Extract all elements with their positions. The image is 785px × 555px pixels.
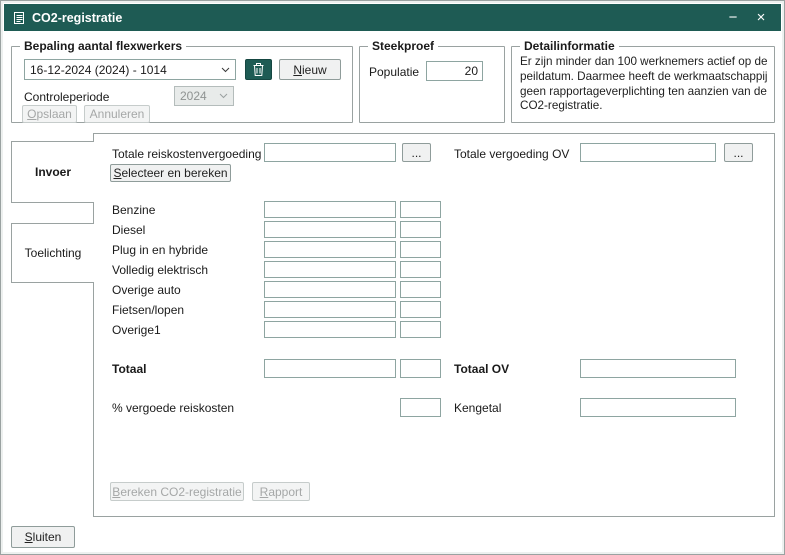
totaal-ov-input[interactable] xyxy=(580,359,736,378)
tab-toelichting-label: Toelichting xyxy=(25,246,82,260)
kengetal-label: Kengetal xyxy=(454,401,501,415)
annuleren-button[interactable]: Annuleren xyxy=(84,105,150,123)
window-icon xyxy=(13,11,25,25)
totale-ov-label: Totale vergoeding OV xyxy=(454,147,569,161)
close-icon: × xyxy=(757,10,766,25)
benzine-count-input[interactable] xyxy=(400,201,441,218)
kengetal-input[interactable] xyxy=(580,398,736,417)
percent-reiskosten-label: % vergoede reiskosten xyxy=(112,401,234,415)
rapport-button[interactable]: Rapport xyxy=(252,482,310,501)
window-title: CO2-registratie xyxy=(32,11,122,25)
ellipsis-label: ... xyxy=(411,146,421,160)
fietsen-lopen-label: Fietsen/lopen xyxy=(112,303,184,317)
peildatum-value: 16-12-2024 (2024) - 1014 xyxy=(30,63,217,77)
steekproef-legend: Steekproef xyxy=(368,39,438,53)
trash-icon xyxy=(253,63,264,76)
overige-auto-label: Overige auto xyxy=(112,283,181,297)
totale-ov-browse-button[interactable]: ... xyxy=(724,143,753,162)
overige-auto-amount-input[interactable] xyxy=(264,281,396,298)
totaal-input[interactable] xyxy=(264,359,396,378)
delete-button[interactable] xyxy=(245,59,272,80)
totale-reiskosten-input[interactable] xyxy=(264,143,396,162)
invoer-panel: Totale reiskostenvergoeding ... Totale v… xyxy=(93,133,775,517)
overige1-label: Overige1 xyxy=(112,323,161,337)
totale-reiskosten-browse-button[interactable]: ... xyxy=(402,143,431,162)
diesel-amount-input[interactable] xyxy=(264,221,396,238)
close-button[interactable]: × xyxy=(750,8,772,28)
plug-in-hybride-label: Plug in en hybride xyxy=(112,243,208,257)
populatie-label: Populatie xyxy=(369,65,419,79)
tab-toelichting[interactable]: Toelichting xyxy=(11,223,94,283)
benzine-label: Benzine xyxy=(112,203,155,217)
controleperiode-value: 2024 xyxy=(180,89,215,103)
detail-text: Er zijn minder dan 100 werknemers actief… xyxy=(520,55,770,114)
flexwerkers-legend: Bepaling aantal flexwerkers xyxy=(20,39,186,53)
bereken-co2-button[interactable]: Bereken CO2-registratie xyxy=(110,482,244,501)
plug-in-hybride-amount-input[interactable] xyxy=(264,241,396,258)
benzine-amount-input[interactable] xyxy=(264,201,396,218)
tab-invoer-label: Invoer xyxy=(35,165,71,179)
opslaan-button[interactable]: Opslaan xyxy=(22,105,77,123)
controleperiode-label: Controleperiode xyxy=(24,90,109,104)
sluiten-button[interactable]: Sluiten xyxy=(11,526,75,548)
diesel-label: Diesel xyxy=(112,223,145,237)
detailinformatie-groupbox: Detailinformatie Er zijn minder dan 100 … xyxy=(511,46,775,123)
totaal-ov-label: Totaal OV xyxy=(454,362,509,376)
ellipsis-label: ... xyxy=(733,146,743,160)
totale-ov-input[interactable] xyxy=(580,143,716,162)
steekproef-groupbox: Steekproef Populatie xyxy=(359,46,505,123)
volledig-elektrisch-count-input[interactable] xyxy=(400,261,441,278)
titlebar: CO2-registratie − × xyxy=(4,4,781,31)
detailinformatie-legend: Detailinformatie xyxy=(520,39,619,53)
nieuw-button[interactable]: Nieuw xyxy=(279,59,341,80)
flexwerkers-groupbox: Bepaling aantal flexwerkers 16-12-2024 (… xyxy=(11,46,353,123)
plug-in-hybride-count-input[interactable] xyxy=(400,241,441,258)
minimize-icon: − xyxy=(729,10,738,25)
volledig-elektrisch-label: Volledig elektrisch xyxy=(112,263,208,277)
controleperiode-select[interactable]: 2024 xyxy=(174,86,234,106)
totale-reiskosten-label: Totale reiskostenvergoeding xyxy=(112,147,261,161)
volledig-elektrisch-amount-input[interactable] xyxy=(264,261,396,278)
totaal-label: Totaal xyxy=(112,362,146,376)
overige1-amount-input[interactable] xyxy=(264,321,396,338)
chevron-down-icon xyxy=(219,93,228,99)
fietsen-lopen-amount-input[interactable] xyxy=(264,301,396,318)
tab-invoer[interactable]: Invoer xyxy=(11,141,94,203)
co2-registratie-window: CO2-registratie − × Bepaling aantal flex… xyxy=(0,0,785,555)
chevron-down-icon xyxy=(221,67,230,73)
peildatum-select[interactable]: 16-12-2024 (2024) - 1014 xyxy=(24,59,236,80)
fietsen-lopen-count-input[interactable] xyxy=(400,301,441,318)
diesel-count-input[interactable] xyxy=(400,221,441,238)
selecteer-bereken-button[interactable]: Selecteer en bereken xyxy=(110,164,231,182)
overige1-count-input[interactable] xyxy=(400,321,441,338)
totaal-count-input[interactable] xyxy=(400,359,441,378)
percent-reiskosten-input[interactable] xyxy=(400,398,441,417)
overige-auto-count-input[interactable] xyxy=(400,281,441,298)
minimize-button[interactable]: − xyxy=(722,8,744,28)
populatie-input[interactable] xyxy=(426,61,483,81)
